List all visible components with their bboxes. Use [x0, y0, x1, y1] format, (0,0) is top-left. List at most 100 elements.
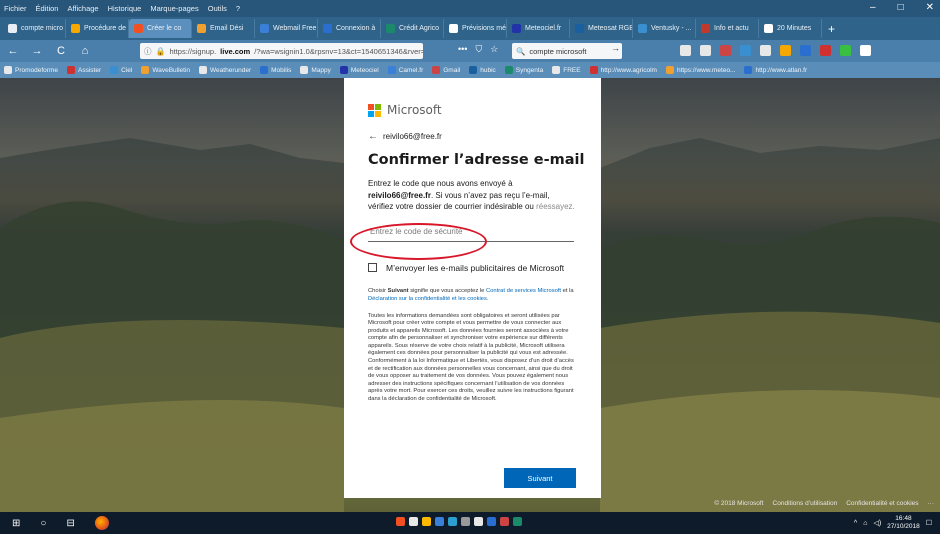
toolbar-extension-icon[interactable] [740, 45, 751, 56]
taskbar-app-icon[interactable] [500, 517, 509, 526]
taskbar-app-icon[interactable] [422, 517, 431, 526]
maximize-button[interactable]: □ [898, 2, 904, 13]
pocket-icon[interactable]: ⛉ [475, 44, 482, 55]
more-link[interactable]: ··· [928, 500, 935, 507]
bookmarks-bar: Promodeforme Assister Ciel WaveBulletin Weat… [0, 62, 940, 78]
pinned-apps [396, 517, 522, 526]
start-windows-icon[interactable]: ⊞ [12, 518, 20, 529]
home-button[interactable]: ⌂ [78, 45, 92, 57]
toolbar-extension-icon[interactable] [720, 45, 731, 56]
taskbar-app-icon[interactable] [487, 517, 496, 526]
bookmark-item[interactable]: Camel.fr [387, 66, 423, 74]
tab-label: Crédit Agrico [399, 25, 440, 32]
bookmark-item[interactable]: hubic [469, 66, 496, 74]
bookmark-item[interactable]: WaveBulletin [141, 66, 190, 74]
bookmark-star-icon[interactable]: ☆ [490, 44, 498, 55]
toolbar-extension-icon[interactable] [780, 45, 791, 56]
search-bar[interactable]: 🔍 compte microsoft [512, 43, 622, 59]
toolbar-extension-icon[interactable] [820, 45, 831, 56]
browser-tab[interactable]: Info et actu [696, 19, 759, 38]
browser-tab[interactable]: Connexion à [318, 19, 381, 38]
task-view-icon[interactable]: ⊟ [66, 518, 74, 529]
tab-label: Prévisions mé [462, 25, 506, 32]
menu-marque-pages[interactable]: Marque-pages [150, 4, 198, 13]
taskbar-app-icon[interactable] [474, 517, 483, 526]
bookmark-item[interactable]: Syngenta [504, 66, 543, 74]
browser-tab[interactable]: Crédit Agrico [381, 19, 444, 38]
tray-chevron-icon[interactable]: ^ [854, 520, 857, 527]
next-button[interactable]: Suivant [504, 468, 576, 488]
bookmark-item[interactable]: http://www.atlan.fr [744, 66, 807, 74]
search-go-icon[interactable]: → [611, 43, 620, 53]
menu-edition[interactable]: Édition [36, 4, 59, 13]
bookmark-item[interactable]: https://www.meteo... [665, 66, 735, 74]
toolbar-extension-icon[interactable] [800, 45, 811, 56]
network-icon[interactable]: ⌂ [863, 520, 867, 527]
bookmark-item[interactable]: Weatherunder [199, 66, 251, 74]
browser-tab[interactable]: Meteociel.fr [507, 19, 570, 38]
firefox-icon[interactable] [94, 516, 109, 530]
cortana-search-icon[interactable]: ○ [40, 518, 46, 529]
marketing-opt-in[interactable]: M’envoyer les e-mails publicitaires de M… [368, 263, 577, 273]
browser-tab[interactable]: compte micro [3, 19, 66, 38]
taskbar-app-icon[interactable] [396, 517, 405, 526]
terms-link[interactable]: Conditions d’utilisation [773, 500, 838, 507]
info-icon[interactable]: ⓘ [144, 46, 152, 57]
url-bar[interactable]: ⓘ 🔒 https://signup. live.com/?wa=wsignin1… [140, 43, 423, 59]
browser-tab[interactable]: 20 Minutes [759, 19, 822, 38]
taskbar-app-icon[interactable] [435, 517, 444, 526]
browser-tab[interactable]: Email Dési [192, 19, 255, 38]
toolbar-extension-icon[interactable] [760, 45, 771, 56]
bookmark-favicon-icon [339, 66, 348, 74]
marketing-checkbox[interactable] [368, 263, 377, 272]
bookmark-favicon-icon [300, 66, 309, 74]
notifications-icon[interactable]: ☐ [926, 519, 932, 527]
menu-historique[interactable]: Historique [108, 4, 142, 13]
bookmark-item[interactable]: Meteociel [339, 66, 379, 74]
taskbar-app-icon[interactable] [409, 517, 418, 526]
toolbar-extension-icon[interactable] [840, 45, 851, 56]
services-agreement-link[interactable]: Contrat de services Microsoft [486, 288, 561, 294]
bookmark-item[interactable]: Promodeforme [4, 66, 58, 74]
bookmark-item[interactable]: Mappy [300, 66, 331, 74]
browser-tab[interactable]: Webmail Free [255, 19, 318, 38]
bookmark-item[interactable]: FREE [552, 66, 581, 74]
taskbar-app-icon[interactable] [513, 517, 522, 526]
tab-favicon-icon [449, 24, 458, 33]
bookmark-item[interactable]: http://www.agricolm [589, 66, 657, 74]
forward-button[interactable]: → [30, 45, 44, 57]
browser-tab[interactable]: Procédure de [66, 19, 129, 38]
retry-link[interactable]: réessayez. [536, 202, 575, 211]
privacy-statement-link[interactable]: Déclaration sur la confidentialité et le… [368, 296, 489, 302]
browser-tab[interactable]: Meteosat RGB [570, 19, 633, 38]
privacy-link[interactable]: Confidentialité et cookies [846, 500, 918, 507]
back-link[interactable]: ← reivilo66@free.fr [368, 131, 577, 142]
browser-tab[interactable]: Créer le co [129, 19, 192, 38]
taskbar-app-icon[interactable] [461, 517, 470, 526]
bookmark-item[interactable]: Ciel [110, 66, 132, 74]
minimize-button[interactable]: – [870, 2, 876, 13]
bookmark-item[interactable]: Gmail [432, 66, 460, 74]
close-window-button[interactable]: ✕ [926, 2, 934, 13]
reload-button[interactable]: C [54, 45, 68, 57]
back-arrow-icon[interactable]: ← [368, 131, 378, 142]
tab-label: Webmail Free [273, 25, 317, 32]
new-tab-button[interactable]: + [822, 22, 841, 36]
page-actions-icon[interactable]: ••• [458, 44, 467, 55]
back-button[interactable]: ← [6, 45, 20, 57]
window-controls: – □ ✕ [870, 2, 934, 13]
menu-aide[interactable]: ? [236, 4, 240, 13]
clock[interactable]: 16:48 27/10/2018 [887, 515, 920, 531]
volume-icon[interactable]: ◁) [873, 519, 881, 527]
menu-affichage[interactable]: Affichage [67, 4, 98, 13]
browser-tab[interactable]: Prévisions mé [444, 19, 507, 38]
bookmark-item[interactable]: Mobilis [260, 66, 291, 74]
taskbar-app-icon[interactable] [448, 517, 457, 526]
toolbar-extension-icon[interactable] [680, 45, 691, 56]
browser-tab[interactable]: Ventusky - ... [633, 19, 696, 38]
menu-outils[interactable]: Outils [208, 4, 227, 13]
toolbar-extension-icon[interactable] [700, 45, 711, 56]
bookmark-item[interactable]: Assister [67, 66, 101, 74]
menu-fichier[interactable]: Fichier [4, 4, 27, 13]
toolbar-extension-icon[interactable] [860, 45, 871, 56]
